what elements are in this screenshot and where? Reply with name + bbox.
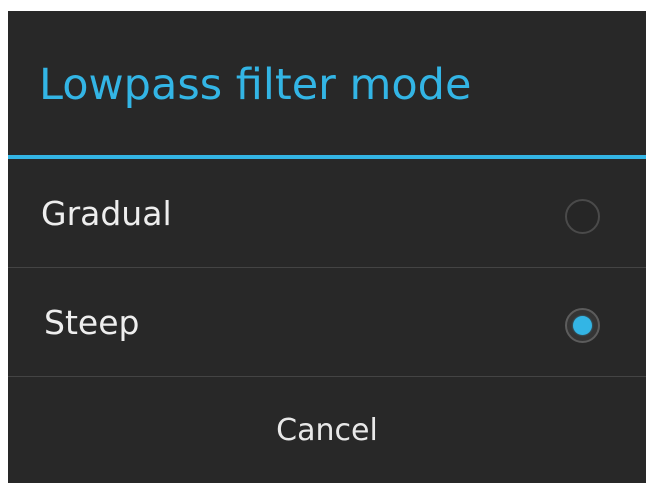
dialog-title: Lowpass filter mode — [39, 60, 472, 110]
row-divider — [8, 376, 646, 377]
lowpass-filter-mode-dialog: Lowpass filter mode Gradual Steep Cancel — [8, 11, 646, 483]
option-steep[interactable]: Steep — [8, 268, 646, 377]
radio-checked-icon[interactable] — [565, 308, 600, 343]
filter-mode-options: Gradual Steep — [8, 159, 646, 377]
option-gradual[interactable]: Gradual — [8, 159, 646, 268]
option-gradual-label: Gradual — [41, 194, 172, 233]
dialog-title-bar: Lowpass filter mode — [8, 11, 646, 155]
cancel-button[interactable]: Cancel — [8, 379, 646, 483]
option-steep-label: Steep — [44, 303, 140, 342]
radio-selected-dot — [573, 316, 592, 335]
radio-unchecked-icon[interactable] — [565, 199, 600, 234]
